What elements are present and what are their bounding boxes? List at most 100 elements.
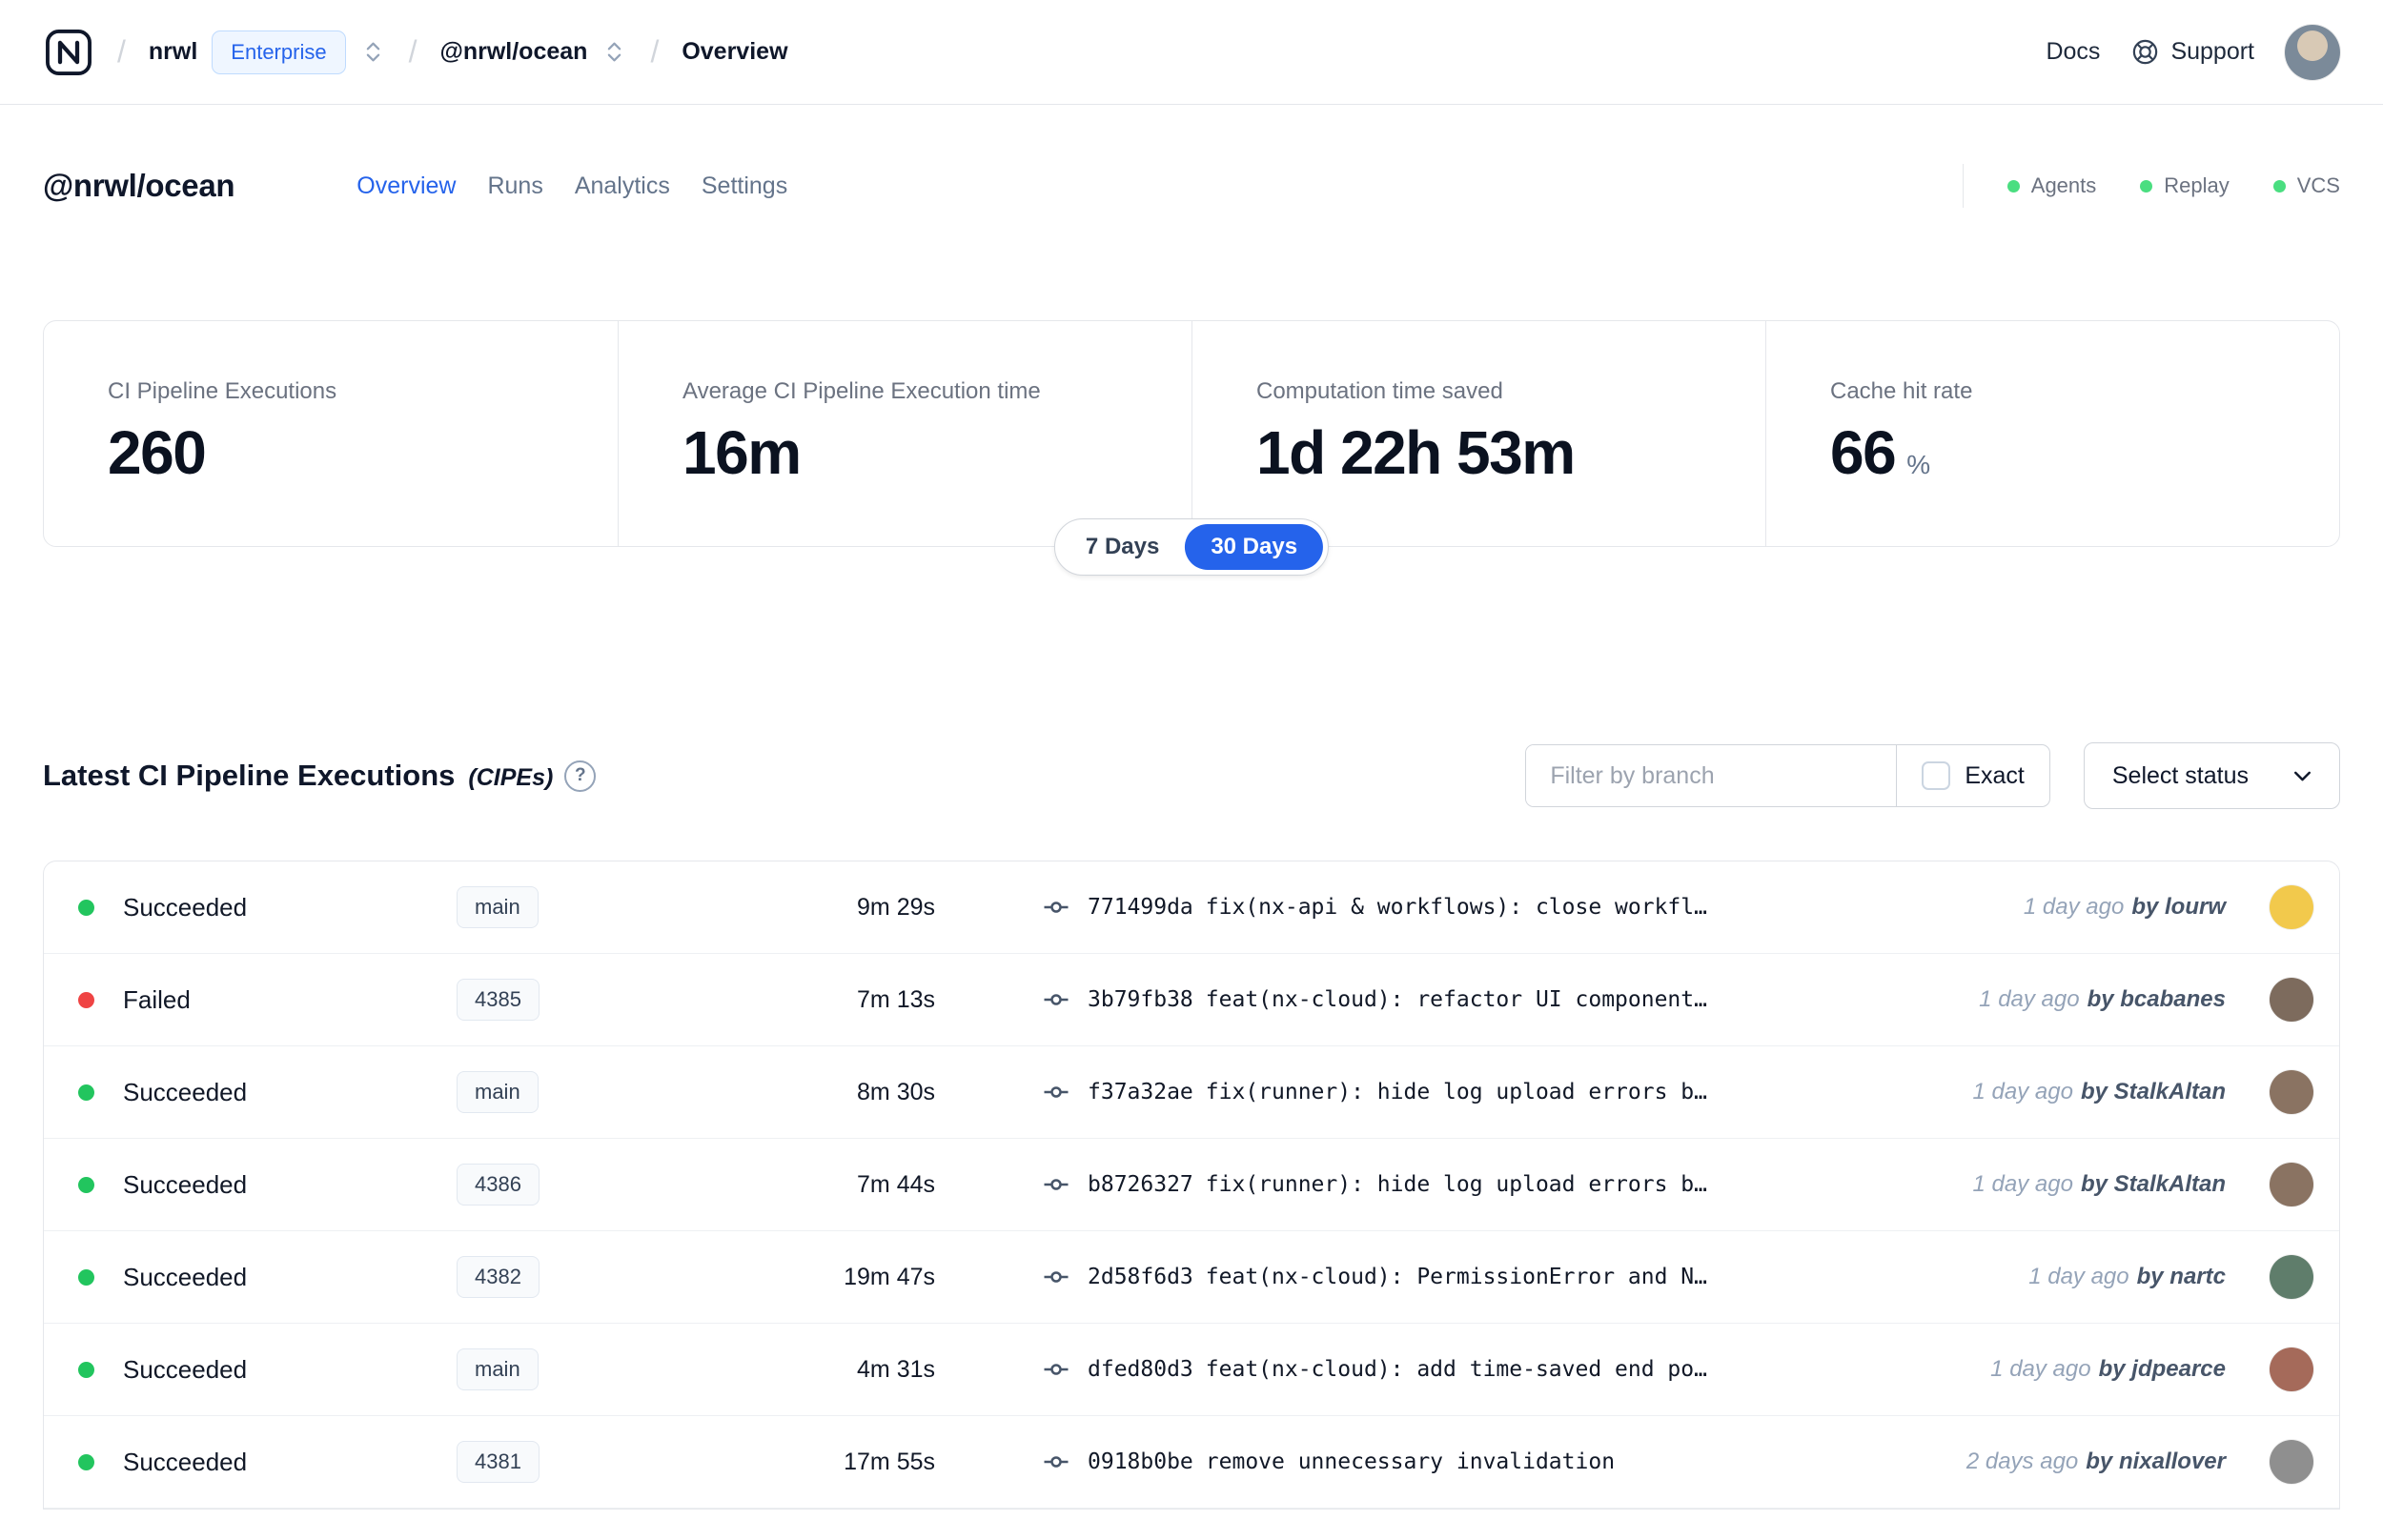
help-icon[interactable]: ? (564, 760, 597, 792)
stat-value: 66 (1830, 418, 1897, 487)
status-dot-icon (2272, 179, 2286, 192)
cipe-row[interactable]: Failed 4385 7m 13s 3b79fb38 feat(nx-cloud… (44, 954, 2339, 1046)
stat-average-execution-time: Average CI Pipeline Execution time 16m (618, 321, 1192, 546)
breadcrumb-separator: / (650, 34, 660, 69)
commit-message: remove unnecessary invalidation (1205, 1449, 1616, 1474)
cipes-title-group: Latest CI Pipeline Executions (CIPEs) (43, 759, 553, 793)
breadcrumb-workspace-group: @nrwl/ocean (439, 38, 627, 66)
branch-badge[interactable]: 4386 (457, 1164, 540, 1206)
stat-suffix: % (1906, 450, 1931, 479)
cipe-row[interactable]: Succeeded main 4m 31s dfed80d3 feat(nx-cl… (44, 1324, 2339, 1416)
exact-label: Exact (1965, 761, 2025, 789)
workspace-tabs: Overview Runs Analytics Settings (356, 172, 787, 200)
cipe-row[interactable]: Succeeded 4381 17m 55s 0918b0be remove un… (44, 1416, 2339, 1509)
commit-hash[interactable]: dfed80d3 (1088, 1357, 1193, 1382)
cipe-meta: 1 day ago by StalkAltan (1973, 1079, 2247, 1105)
author-avatar[interactable] (2270, 1070, 2313, 1114)
chevron-updown-icon (608, 42, 621, 62)
status-dot-icon (2006, 179, 2020, 192)
stat-label: CI Pipeline Executions (108, 378, 337, 404)
git-commit-icon (1042, 1448, 1070, 1476)
cipe-meta: 1 day ago by nartc (2028, 1264, 2247, 1290)
cipe-duration: 8m 30s (857, 1078, 935, 1105)
breadcrumb-separator: / (408, 34, 418, 69)
breadcrumb-separator: / (117, 34, 126, 69)
cipe-row[interactable]: Succeeded main 9m 29s 771499da fix(nx-api… (44, 861, 2339, 954)
commit-hash[interactable]: 0918b0be (1088, 1449, 1193, 1474)
cipe-author: by StalkAltan (2080, 1079, 2226, 1104)
cipe-duration: 9m 29s (857, 893, 935, 921)
status-filter-dropdown[interactable]: Select status (2083, 742, 2340, 809)
git-commit-icon (1042, 985, 1070, 1014)
exact-match-toggle[interactable]: Exact (1896, 745, 2049, 806)
branch-badge[interactable]: 4382 (457, 1256, 540, 1298)
commit-text: dfed80d3 feat(nx-cloud): add time-saved e… (1088, 1357, 1990, 1382)
commit-hash[interactable]: 3b79fb38 (1088, 987, 1193, 1012)
branch-badge[interactable]: main (457, 1348, 539, 1390)
commit-message: feat(nx-cloud): refactor UI component… (1205, 987, 1707, 1012)
status-dot-icon (78, 991, 94, 1008)
lifebuoy-icon (2133, 39, 2158, 65)
range-30-days-button[interactable]: 30 Days (1185, 523, 1324, 570)
status-dot-icon (78, 1268, 94, 1286)
cipe-meta: 1 day ago by lourw (2024, 894, 2247, 921)
author-avatar[interactable] (2270, 978, 2313, 1022)
git-commit-icon (1042, 1170, 1070, 1199)
breadcrumb-org[interactable]: nrwl (149, 38, 197, 66)
commit-hash[interactable]: f37a32ae (1088, 1080, 1193, 1104)
git-commit-icon (1042, 893, 1070, 922)
author-avatar[interactable] (2270, 1163, 2313, 1206)
user-avatar[interactable] (2285, 24, 2340, 80)
author-avatar[interactable] (2270, 885, 2313, 929)
cipe-row[interactable]: Succeeded 4382 19m 47s 2d58f6d3 feat(nx-c… (44, 1231, 2339, 1324)
cipe-status: Succeeded (123, 1169, 248, 1199)
breadcrumb-workspace[interactable]: @nrwl/ocean (439, 38, 587, 66)
status-dot-icon (78, 1453, 94, 1470)
commit-message: feat(nx-cloud): add time-saved end po… (1205, 1357, 1707, 1382)
author-avatar[interactable] (2270, 1348, 2313, 1391)
cipe-row[interactable]: Succeeded main 8m 30s f37a32ae fix(runner… (44, 1046, 2339, 1139)
tab-runs[interactable]: Runs (487, 172, 542, 200)
status-label: Agents (2030, 173, 2097, 197)
cipes-title-suffix: (CIPEs) (468, 764, 554, 791)
commit-text: 2d58f6d3 feat(nx-cloud): PermissionError … (1088, 1265, 2028, 1289)
branch-badge[interactable]: 4385 (457, 979, 540, 1021)
branch-badge[interactable]: 4381 (457, 1441, 540, 1483)
author-avatar[interactable] (2270, 1440, 2313, 1484)
cipe-time: 1 day ago (1990, 1356, 2091, 1382)
org-switcher-button[interactable] (360, 39, 386, 65)
status-replay: Replay (2140, 173, 2230, 198)
support-link[interactable]: Support (2130, 37, 2254, 67)
branch-filter-input[interactable] (1526, 745, 1897, 806)
commit-hash[interactable]: 2d58f6d3 (1088, 1265, 1193, 1289)
git-commit-icon (1042, 1078, 1070, 1106)
range-7-days-button[interactable]: 7 Days (1060, 524, 1185, 570)
cipes-section-header: Latest CI Pipeline Executions (CIPEs) ? … (43, 742, 2340, 809)
cipes-title: Latest CI Pipeline Executions (43, 759, 456, 792)
exact-checkbox[interactable] (1922, 761, 1951, 790)
cipe-time: 1 day ago (2028, 1264, 2129, 1289)
topbar-right: Docs Support (2046, 24, 2340, 80)
branch-badge[interactable]: main (457, 886, 539, 928)
branch-badge[interactable]: main (457, 1071, 539, 1113)
docs-link[interactable]: Docs (2046, 38, 2100, 66)
cipe-author: by StalkAltan (2080, 1171, 2226, 1197)
cipe-row[interactable]: Succeeded 4386 7m 44s b8726327 fix(runner… (44, 1139, 2339, 1231)
nx-logo[interactable] (43, 27, 94, 78)
stat-ci-pipeline-executions: CI Pipeline Executions 260 (44, 321, 618, 546)
author-avatar[interactable] (2270, 1255, 2313, 1299)
cipe-time: 1 day ago (1972, 1171, 2073, 1197)
tab-analytics[interactable]: Analytics (575, 172, 670, 200)
commit-hash[interactable]: 771499da (1088, 895, 1193, 920)
tab-settings[interactable]: Settings (702, 172, 787, 200)
workspace-switcher-button[interactable] (601, 39, 627, 65)
commit-text: 771499da fix(nx-api & workflows): close w… (1088, 895, 2024, 920)
cipes-table: Succeeded main 9m 29s 771499da fix(nx-api… (43, 861, 2340, 1510)
cipe-duration: 17m 55s (844, 1448, 935, 1475)
cipe-status: Succeeded (123, 1354, 248, 1384)
cipe-status: Succeeded (123, 1447, 248, 1476)
tab-overview[interactable]: Overview (356, 172, 456, 200)
cipe-time: 2 days ago (1965, 1449, 2079, 1474)
commit-hash[interactable]: b8726327 (1088, 1172, 1193, 1197)
status-dot-icon (78, 899, 94, 916)
